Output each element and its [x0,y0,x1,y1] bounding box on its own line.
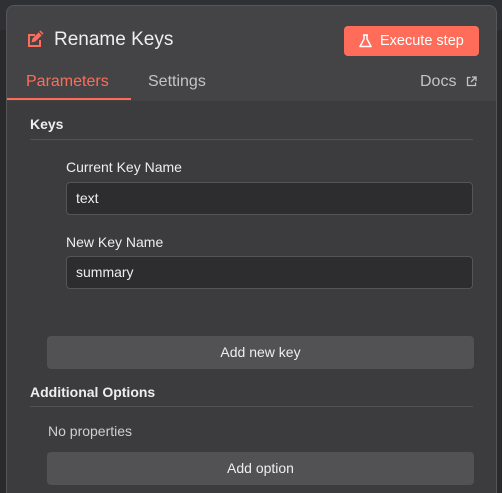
execute-step-label: Execute step [380,33,464,49]
tab-docs[interactable]: Docs [420,72,456,92]
no-properties-text: No properties [48,423,133,439]
flask-icon [359,34,372,48]
options-divider [30,406,473,407]
external-link-icon[interactable] [466,76,477,87]
additional-options-label: Additional Options [30,384,156,400]
new-key-input[interactable]: summary [66,256,473,289]
panel-header: Rename Keys Execute step [7,6,496,64]
new-key-label: New Key Name [66,234,164,250]
edit-icon [28,30,44,47]
current-key-label: Current Key Name [66,159,182,175]
execute-step-button[interactable]: Execute step [344,26,479,56]
tab-parameters[interactable]: Parameters [26,72,109,92]
node-title: Rename Keys [54,29,174,50]
keys-section-label: Keys [30,116,64,132]
parameters-content: Keys Current Key Name text New Key Name … [7,101,496,493]
add-option-button[interactable]: Add option [47,452,474,485]
keys-divider [30,139,473,140]
tab-bar: Parameters Settings Docs [7,64,496,101]
add-new-key-button[interactable]: Add new key [47,336,474,369]
current-key-input[interactable]: text [66,182,473,215]
node-details-panel: Rename Keys Execute step Parameters Sett… [6,5,497,493]
active-tab-indicator [7,98,131,100]
tab-settings[interactable]: Settings [148,72,206,92]
